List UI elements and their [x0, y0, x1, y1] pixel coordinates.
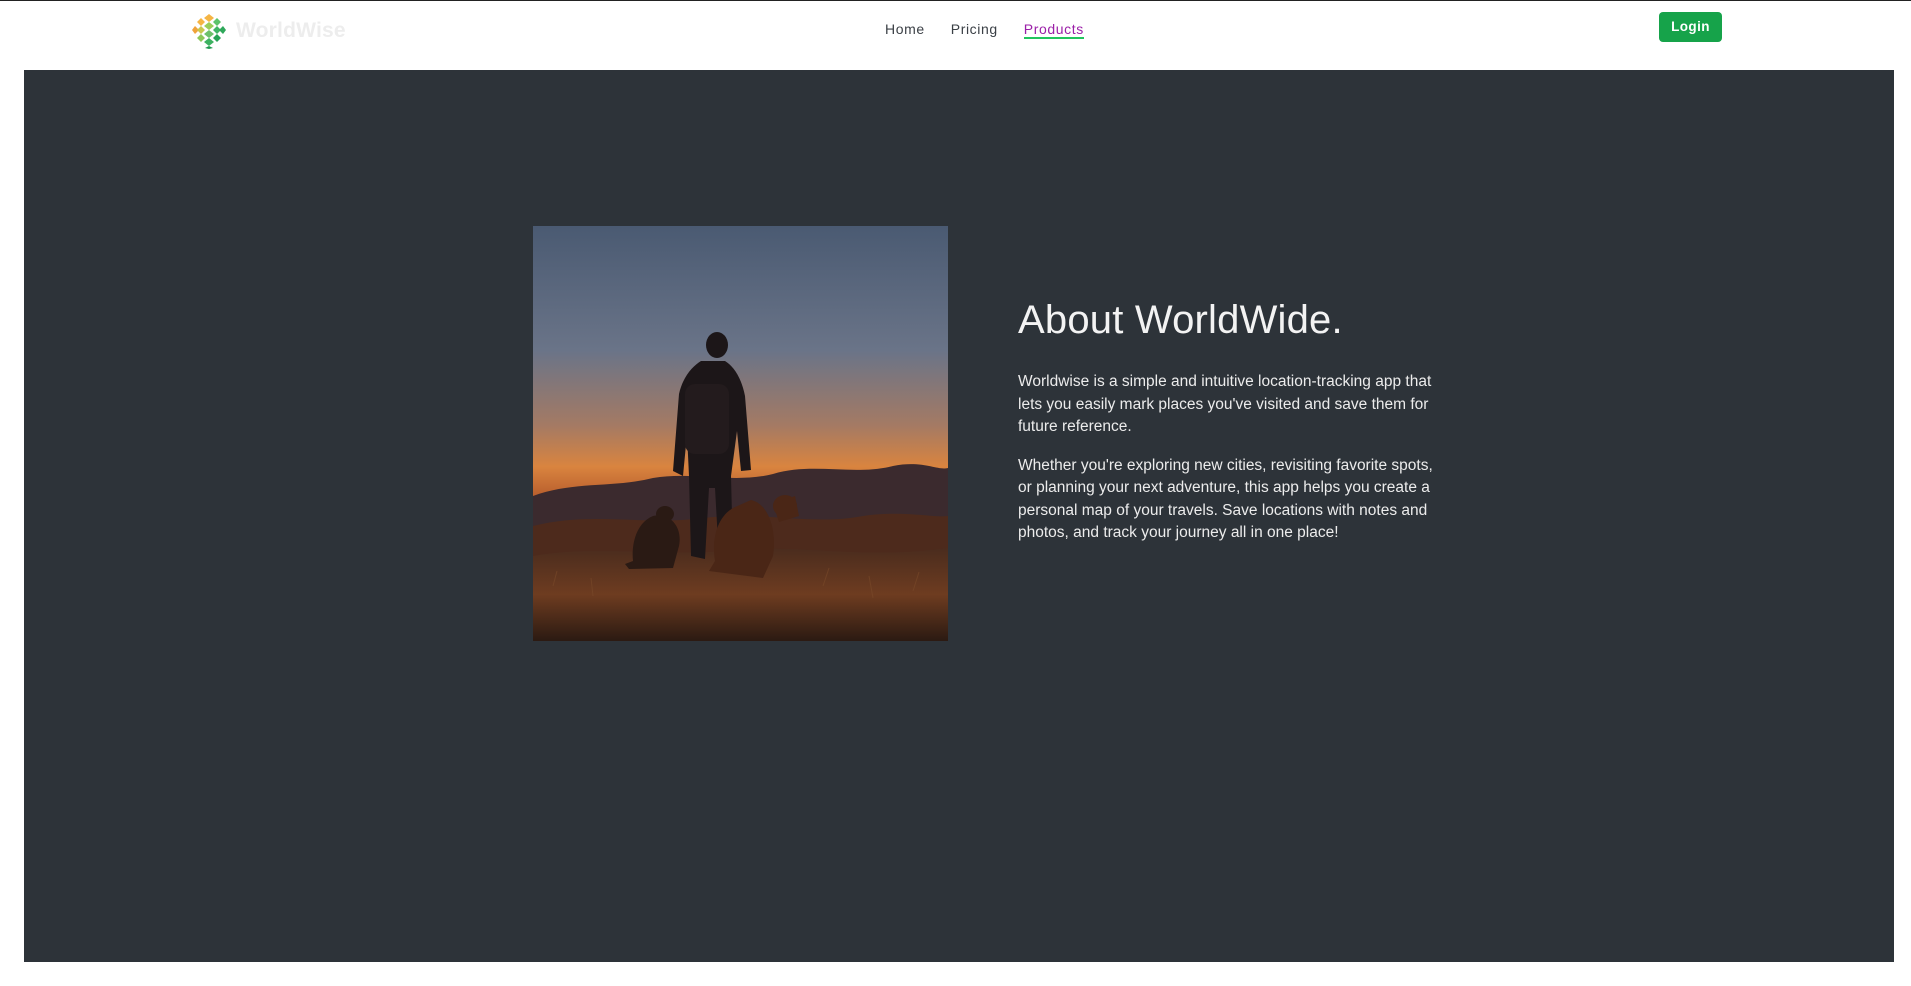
- nav-item-pricing: Pricing: [951, 21, 998, 39]
- main-content: About WorldWide. Worldwise is a simple a…: [24, 70, 1894, 962]
- about-section: About WorldWide. Worldwise is a simple a…: [1018, 295, 1448, 561]
- logo-link[interactable]: WorldWise: [190, 11, 346, 51]
- about-paragraph-1: Worldwise is a simple and intuitive loca…: [1018, 373, 1432, 435]
- nav-link-products[interactable]: Products: [1023, 21, 1084, 39]
- login-button[interactable]: Login: [1659, 12, 1722, 42]
- about-paragraph-2: Whether you're exploring new cities, rev…: [1018, 456, 1433, 542]
- hero-image: [533, 226, 948, 641]
- about-title: About WorldWide.: [1018, 298, 1343, 342]
- page: WorldWise Home Pricing Products Login Ab…: [0, 0, 1911, 986]
- brand-name: WorldWise: [236, 19, 346, 42]
- sunset-hiker-image: [533, 226, 948, 641]
- nav-links: Home Pricing Products: [885, 21, 1084, 39]
- nav-link-home[interactable]: Home: [885, 21, 925, 39]
- nav-item-products: Products: [1023, 21, 1084, 39]
- nav-link-pricing[interactable]: Pricing: [951, 21, 998, 39]
- globe-hex-icon: [191, 13, 227, 49]
- nav-item-home: Home: [885, 21, 925, 39]
- top-navigation: WorldWise Home Pricing Products Login: [0, 1, 1911, 71]
